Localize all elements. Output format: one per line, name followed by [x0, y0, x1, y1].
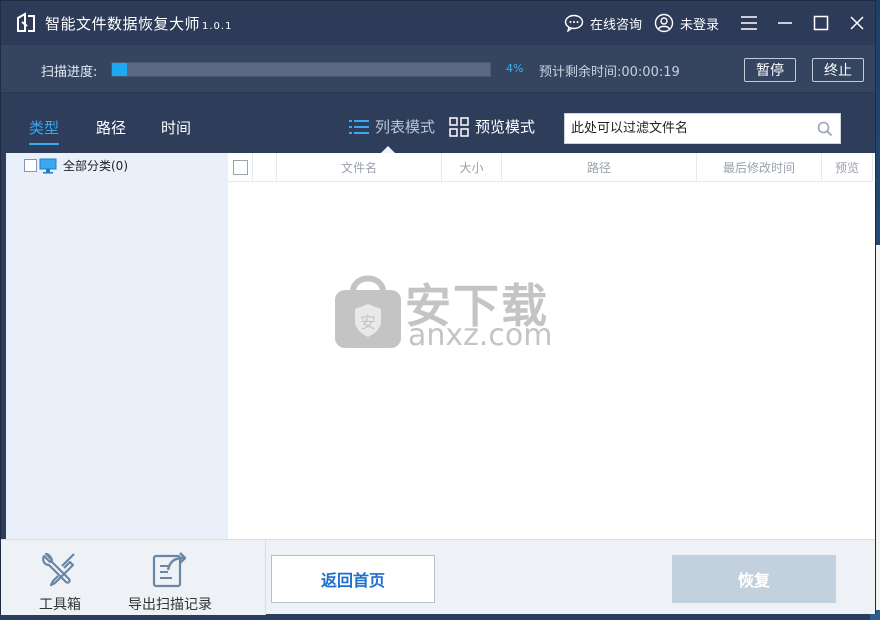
- list-mode-label: 列表模式: [375, 118, 436, 136]
- maximize-icon: [813, 15, 829, 31]
- recover-button[interactable]: 恢复: [672, 555, 836, 603]
- filename-filter: [564, 113, 841, 144]
- chat-icon: [564, 14, 584, 32]
- scan-progress-row: 扫描进度: 4% 预计剩余时间:00:00:19 暂停 终止: [1, 45, 875, 93]
- search-icon: [817, 121, 833, 136]
- hamburger-icon: [741, 16, 757, 30]
- app-version: 1.0.1: [202, 21, 233, 32]
- active-tab-indicator: [29, 143, 59, 145]
- column-header-path[interactable]: 路径: [502, 153, 697, 182]
- preview-mode-button[interactable]: 预览模式: [449, 116, 535, 137]
- tree-item-all-label: 全部分类(0): [63, 159, 128, 173]
- select-all-checkbox[interactable]: [232, 160, 248, 175]
- tab-path[interactable]: 路径: [96, 117, 126, 138]
- export-icon: [152, 552, 187, 588]
- grid-icon: [449, 116, 469, 137]
- column-header-preview[interactable]: 预览: [822, 153, 873, 182]
- bottom-bar: 工具箱 导出扫描记录 返回首页 恢复: [1, 539, 875, 615]
- online-consult-button[interactable]: 在线咨询: [564, 14, 642, 33]
- export-scan-record-label: 导出扫描记录: [128, 597, 212, 613]
- toolbox-button[interactable]: 工具箱: [39, 550, 81, 614]
- tab-time[interactable]: 时间: [161, 117, 191, 138]
- list-mode-indicator: [381, 146, 395, 153]
- monitor-icon: [39, 158, 57, 173]
- preview-mode-label: 预览模式: [475, 118, 536, 136]
- watermark: 安 安下载 anxz.com: [333, 268, 553, 358]
- online-consult-label: 在线咨询: [589, 17, 642, 33]
- app-window: 智能文件数据恢复大师 1.0.1 在线咨询 未登录 扫描进度: 4% 预计剩余时…: [0, 0, 876, 615]
- view-tabs-row: 类型 路径 时间 列表模式 预览模式: [1, 93, 875, 153]
- select-all-cell: [228, 153, 253, 182]
- remaining-time: 预计剩余时间:00:00:19: [539, 65, 680, 80]
- filter-input[interactable]: [565, 114, 810, 143]
- svg-text:安: 安: [360, 313, 376, 332]
- filter-search-button[interactable]: [810, 121, 840, 137]
- column-header-modified[interactable]: 最后修改时间: [697, 153, 822, 182]
- minimize-button[interactable]: [767, 1, 803, 45]
- title-bar: 智能文件数据恢复大师 1.0.1 在线咨询 未登录: [1, 1, 875, 45]
- scan-progress-fill: [112, 63, 128, 76]
- tree-item-all-checkbox[interactable]: [24, 159, 37, 172]
- app-logo-icon: [17, 12, 35, 32]
- minimize-icon: [778, 22, 792, 24]
- user-icon: [654, 13, 674, 33]
- close-icon: [850, 16, 864, 30]
- watermark-bag-icon: 安: [335, 275, 401, 348]
- list-icon: [349, 119, 369, 134]
- file-table: 文件名 大小 路径 最后修改时间 预览 安 安下载 anxz.com: [228, 153, 875, 539]
- close-button[interactable]: [839, 1, 875, 45]
- tab-type[interactable]: 类型: [29, 117, 59, 138]
- column-header-blank: [253, 153, 277, 182]
- column-header-filename[interactable]: 文件名: [277, 153, 442, 182]
- list-mode-button[interactable]: 列表模式: [349, 116, 435, 137]
- toolbox-label: 工具箱: [39, 597, 81, 613]
- pause-button[interactable]: 暂停: [744, 58, 796, 82]
- login-label: 未登录: [679, 17, 719, 33]
- stop-button[interactable]: 终止: [812, 58, 864, 82]
- tree-item-all[interactable]: 全部分类(0): [24, 157, 128, 174]
- bottom-tools: 工具箱 导出扫描记录: [1, 540, 266, 615]
- export-scan-record-button[interactable]: 导出扫描记录: [128, 550, 212, 614]
- app-title: 智能文件数据恢复大师 1.0.1: [45, 13, 232, 34]
- table-header: 文件名 大小 路径 最后修改时间 预览: [228, 153, 873, 182]
- watermark-sub-text: anxz.com: [408, 318, 553, 353]
- return-home-button[interactable]: 返回首页: [271, 555, 435, 603]
- category-tree: 全部分类(0): [6, 153, 228, 539]
- tools-icon: [42, 552, 75, 587]
- menu-button[interactable]: [731, 1, 767, 45]
- login-button[interactable]: 未登录: [654, 13, 719, 33]
- scan-progress-label: 扫描进度:: [41, 65, 98, 80]
- maximize-button[interactable]: [803, 1, 839, 45]
- scan-progress-bar: [111, 62, 491, 77]
- column-header-size[interactable]: 大小: [442, 153, 502, 182]
- app-title-text: 智能文件数据恢复大师: [45, 15, 201, 33]
- scan-progress-percent: 4%: [506, 62, 524, 75]
